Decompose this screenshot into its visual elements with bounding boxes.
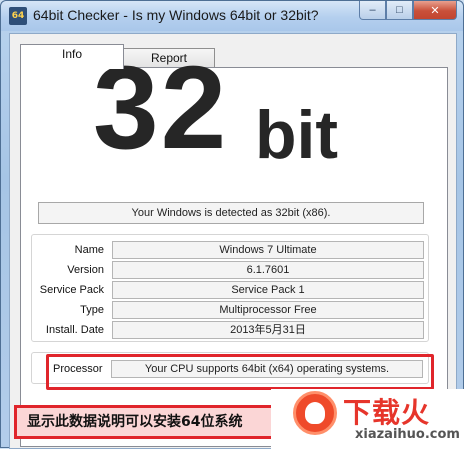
watermark-subtitle: xiazaihuo.com xyxy=(355,427,460,442)
caption-buttons: – □ ✕ xyxy=(359,1,457,21)
detail-value: Multiprocessor Free xyxy=(112,301,424,319)
window-title: 64bit Checker - Is my Windows 64bit or 3… xyxy=(33,7,319,23)
detail-value: 6.1.7601 xyxy=(112,261,424,279)
detail-row-name: Name Windows 7 Ultimate xyxy=(32,241,430,261)
detail-label: Version xyxy=(67,264,104,276)
detail-label: Service Pack xyxy=(39,284,104,296)
watermark-logo: 下载火 xiazaihuo.com xyxy=(271,389,464,449)
bitness-unit: bit xyxy=(255,97,339,173)
app-icon: 64 xyxy=(9,7,27,25)
detail-row-install-date: Install. Date 2013年5月31日 xyxy=(32,321,430,341)
detection-result: Your Windows is detected as 32bit (x86). xyxy=(38,202,424,224)
maximize-button[interactable]: □ xyxy=(386,1,413,20)
detail-value: 2013年5月31日 xyxy=(112,321,424,339)
annotation-highlight-box xyxy=(46,354,434,390)
flame-logo-icon xyxy=(293,391,337,435)
detail-row-service-pack: Service Pack Service Pack 1 xyxy=(32,281,430,301)
maximize-icon: □ xyxy=(396,4,403,16)
watermark-title: 下载火 xyxy=(343,396,431,429)
close-button[interactable]: ✕ xyxy=(413,1,457,20)
minimize-icon: – xyxy=(369,4,376,16)
detail-row-version: Version 6.1.7601 xyxy=(32,261,430,281)
tab-info[interactable]: Info xyxy=(20,44,124,69)
title-bar[interactable]: 64 64bit Checker - Is my Windows 64bit o… xyxy=(1,1,463,31)
detail-label: Type xyxy=(80,304,104,316)
annotation-banner: 显示此数据说明可以安装64位系统 xyxy=(14,405,284,439)
detail-row-type: Type Multiprocessor Free xyxy=(32,301,430,321)
detail-value: Service Pack 1 xyxy=(112,281,424,299)
system-details-group: Name Windows 7 Ultimate Version 6.1.7601… xyxy=(31,234,429,342)
detail-label: Name xyxy=(74,244,104,256)
minimize-button[interactable]: – xyxy=(359,1,386,20)
close-icon: ✕ xyxy=(430,4,440,17)
detail-label: Install. Date xyxy=(45,324,104,336)
app-window: 64 64bit Checker - Is my Windows 64bit o… xyxy=(0,0,464,449)
detail-value: Windows 7 Ultimate xyxy=(112,241,424,259)
